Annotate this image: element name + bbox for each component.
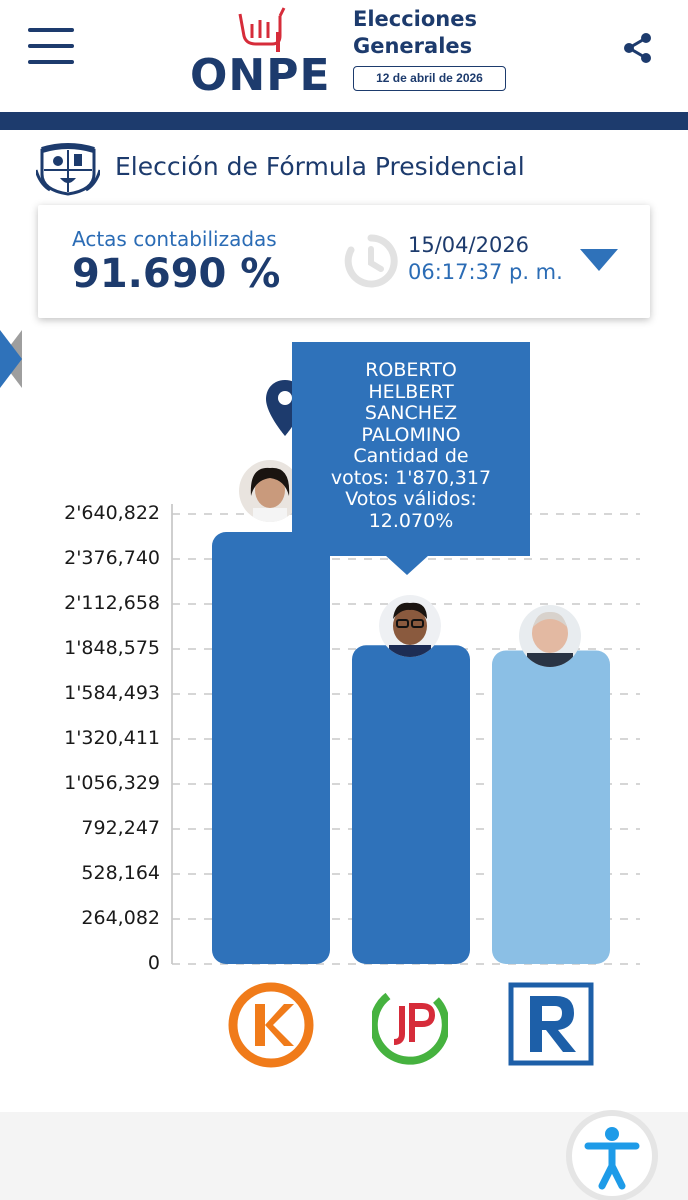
y-tick-label: 792,247: [81, 817, 160, 839]
results-chart: 0 264,082 528,164 792,247 1'056,329 1'320,411…: [0, 330, 688, 1110]
tooltip-line: HELBERT: [368, 380, 454, 403]
y-tick-label: 1'584,493: [64, 682, 160, 704]
y-tick-label: 1'056,329: [64, 772, 160, 794]
actas-summary-card: Actas contabilizadas 91.690 % 15/04/2026…: [38, 205, 650, 318]
app-header: ONPE Elecciones Generales 12 de abril de…: [0, 0, 688, 112]
y-tick-label: 0: [147, 952, 160, 974]
tooltip-line: 12.070%: [368, 509, 454, 532]
y-tick-label: 2'640,822: [64, 502, 160, 524]
y-tick-label: 1'320,411: [64, 727, 160, 749]
candidate-bar[interactable]: [352, 645, 470, 964]
y-tick-label: 528,164: [81, 862, 160, 884]
header-divider: [0, 112, 688, 130]
y-tick-label: 264,082: [81, 907, 160, 929]
candidate-bar[interactable]: [212, 532, 330, 964]
clock-icon: [344, 234, 398, 288]
chevron-right-icon[interactable]: [0, 330, 22, 388]
event-title: Elecciones Generales: [353, 6, 477, 60]
onpe-logo[interactable]: ONPE: [190, 4, 340, 101]
tooltip-line: Cantidad de: [353, 445, 469, 467]
party-logo-fuerza-popular[interactable]: [228, 982, 314, 1068]
page-title: Elección de Fórmula Presidencial: [115, 152, 525, 181]
update-time: 06:17:37 p. m.: [408, 260, 563, 284]
tooltip-line: Votos válidos:: [345, 488, 477, 510]
y-tick-label: 2'376,740: [64, 547, 160, 569]
tooltip-line: votos: 1'870,317: [330, 466, 492, 489]
chevron-down-icon[interactable]: [580, 249, 618, 271]
y-tick-label: 1'848,575: [64, 637, 160, 659]
actas-percentage: 91.690 %: [72, 251, 281, 297]
ballot-hand-icon: [238, 7, 286, 52]
party-logo-renovacion-popular[interactable]: [508, 982, 594, 1066]
accessibility-button[interactable]: [566, 1110, 658, 1200]
party-logo-juntos-por-el-peru[interactable]: [372, 982, 448, 1068]
share-icon[interactable]: [620, 30, 656, 66]
event-date-badge: 12 de abril de 2026: [353, 66, 506, 91]
event-title-line1: Elecciones: [353, 7, 478, 31]
tooltip-line: ROBERTO: [365, 359, 457, 381]
hamburger-menu-icon[interactable]: [28, 28, 76, 66]
candidate-tooltip: ROBERTO HELBERT SANCHEZ PALOMINO Cantidad de…: [292, 342, 530, 556]
logo-text: ONPE: [190, 50, 331, 101]
candidate-bar[interactable]: [492, 650, 610, 964]
tooltip-line: PALOMINO: [361, 423, 461, 446]
national-shield-icon: [36, 143, 100, 196]
update-date: 15/04/2026: [408, 233, 530, 257]
accessibility-icon: [584, 1127, 640, 1190]
y-tick-label: 2'112,658: [64, 592, 160, 614]
event-title-line2: Generales: [353, 34, 473, 58]
tooltip-line: SANCHEZ: [364, 402, 458, 424]
actas-label: Actas contabilizadas: [72, 227, 277, 251]
tooltip-pointer: [385, 555, 429, 575]
candidate-3-avatar[interactable]: [519, 605, 581, 667]
candidate-2-avatar[interactable]: [379, 595, 441, 657]
